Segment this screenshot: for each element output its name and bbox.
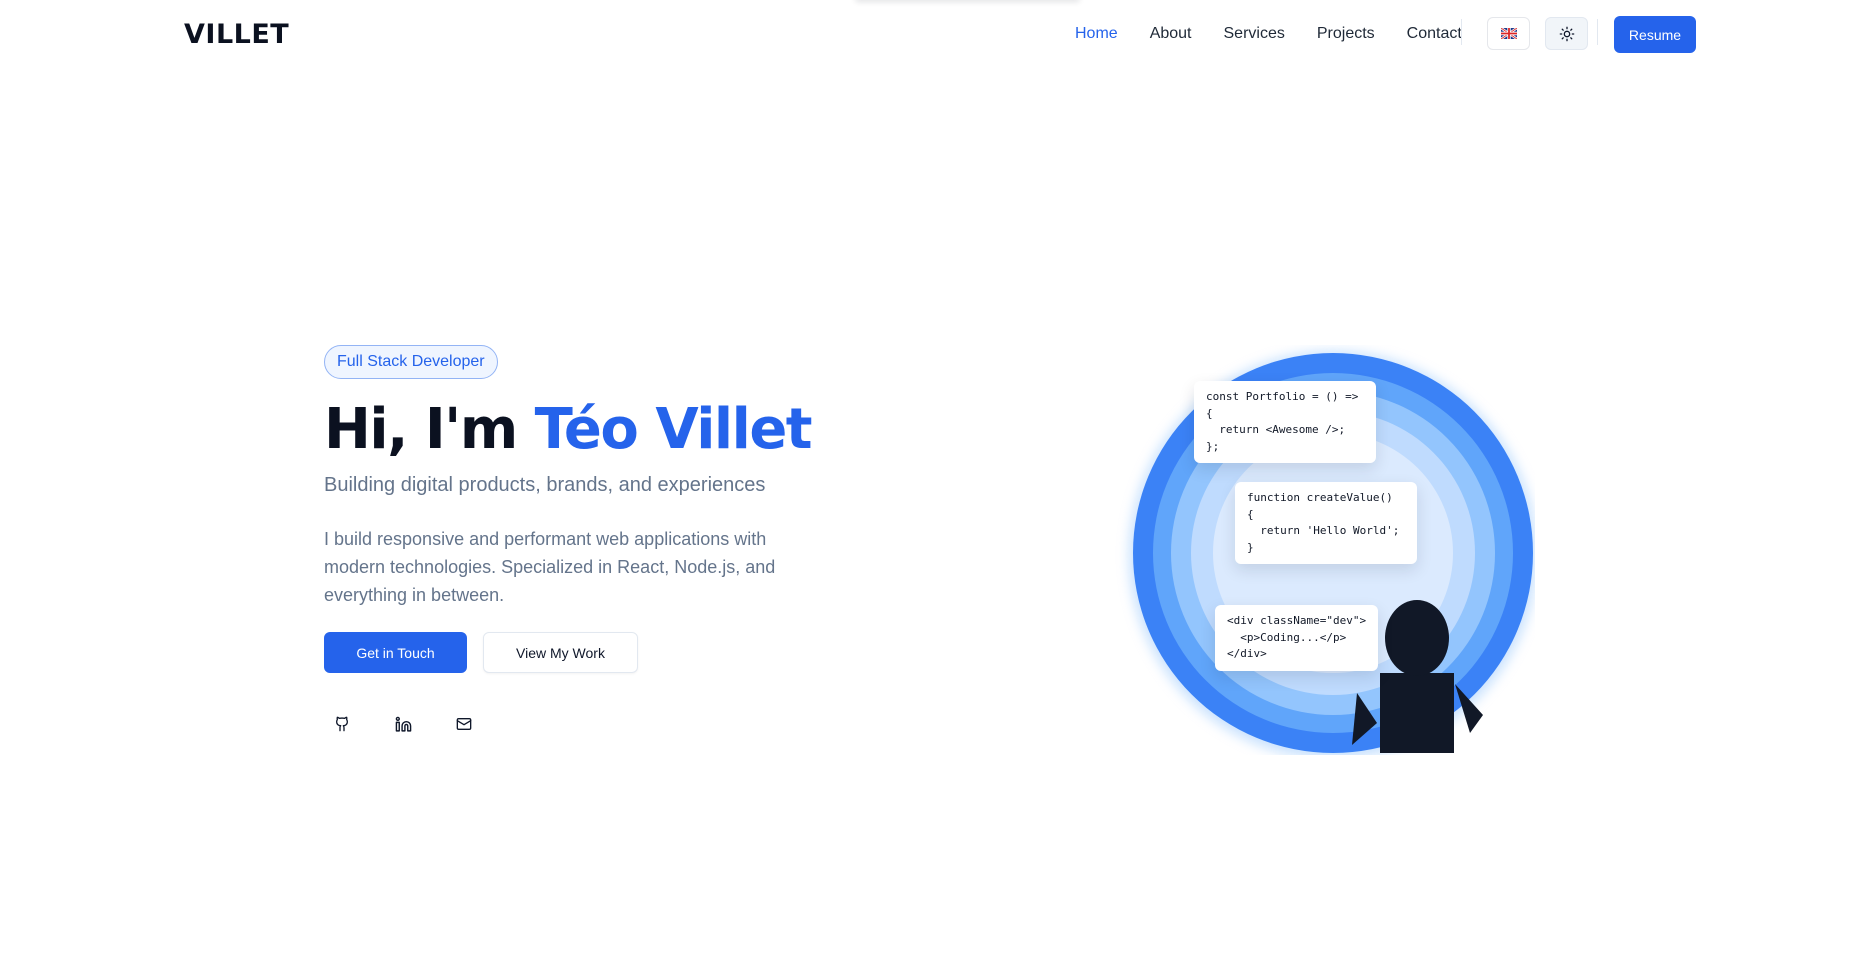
role-badge: Full Stack Developer — [324, 345, 498, 379]
code-card-create-value: function createValue() { return 'Hello W… — [1235, 482, 1417, 564]
linkedin-icon — [395, 716, 411, 732]
linkedin-link[interactable] — [387, 708, 419, 740]
mail-icon — [456, 718, 472, 730]
resume-button[interactable]: Resume — [1614, 16, 1696, 53]
theme-toggle-button[interactable] — [1545, 17, 1588, 50]
nav-divider — [1461, 19, 1462, 45]
sun-icon — [1559, 26, 1574, 41]
get-in-touch-button[interactable]: Get in Touch — [324, 632, 467, 673]
hero-title: Hi, I'm Téo Villet — [324, 392, 813, 468]
site-header: VILLET Home About Services Projects Cont… — [0, 0, 1862, 70]
email-link[interactable] — [448, 708, 480, 740]
github-icon — [335, 716, 349, 732]
code-card-portfolio: const Portfolio = () => { return <Awesom… — [1194, 381, 1376, 463]
nav-services[interactable]: Services — [1224, 25, 1285, 43]
hero-title-prefix: Hi, I'm — [324, 397, 535, 462]
hero-subtitle: Building digital products, brands, and e… — [324, 474, 766, 496]
uk-flag-icon — [1500, 28, 1517, 39]
nav-about[interactable]: About — [1150, 25, 1192, 43]
nav-contact[interactable]: Contact — [1407, 25, 1462, 43]
hero-description: I build responsive and performant web ap… — [324, 529, 776, 605]
hero-illustration: const Portfolio = () => { return <Awesom… — [1115, 345, 1535, 755]
language-button[interactable] — [1487, 17, 1530, 50]
site-logo[interactable]: VILLET — [184, 19, 289, 50]
nav-projects[interactable]: Projects — [1317, 25, 1375, 43]
nav-home[interactable]: Home — [1075, 25, 1118, 43]
github-link[interactable] — [326, 708, 358, 740]
code-card-div: <div className="dev"> <p>Coding...</p> <… — [1215, 605, 1378, 671]
hero-title-name: Téo Villet — [534, 397, 813, 462]
view-my-work-button[interactable]: View My Work — [483, 632, 638, 673]
nav-divider — [1597, 19, 1598, 45]
main-nav: Home About Services Projects Contact — [1075, 25, 1494, 43]
